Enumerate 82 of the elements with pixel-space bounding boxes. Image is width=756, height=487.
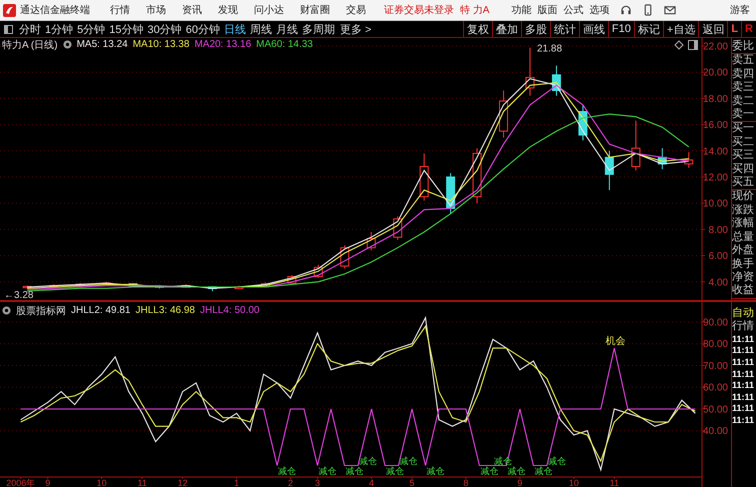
price-label: 21.88 [537,44,562,55]
signal-label: 减仓 [534,466,552,476]
quote-label: 涨跌 [732,204,755,217]
quote-label: 买三 [732,149,755,163]
quote-label: 买五 [732,176,755,190]
price-label: ←3.28 [4,290,34,300]
time-label: 11:11 [732,368,756,380]
signal-label: 减仓 [346,466,364,476]
signal-label: 减仓 [426,466,444,476]
legend-value: JHLL4: 50.00 [200,305,260,316]
quote-label: 委比 [732,40,755,54]
axis-label: 90.00 [702,318,728,328]
quote-label: 卖四 [732,68,755,81]
axis-label: 2 [288,478,294,487]
axis-label: 14.00 [702,146,728,158]
axis-label: 18.00 [702,94,728,105]
quote-label: 外盘 [732,244,755,258]
app-title: 通达信金融终端 [20,4,90,17]
axis-label: 10 [96,478,107,487]
axis-label: 6.00 [708,251,728,262]
axis-label: 11 [137,478,147,487]
axis-label: 10.00 [702,198,728,210]
signal-label: 机会 [605,336,626,348]
axis-label: 60.00 [702,382,728,394]
axis-label: 70.00 [702,360,728,372]
time-label: 11:11 [732,403,756,415]
legend-value: JHLL2: 49.81 [71,305,130,316]
legend-value: MA20: 13.16 [194,39,252,50]
market-label: 行情 [732,320,755,334]
axis-label: 4 [368,478,374,487]
axis-label: 12 [178,478,188,487]
quote-label: 收益 [732,284,755,298]
signal-label: 减仓 [480,466,498,476]
quote-label: 卖五 [732,54,755,68]
quote-label: 总量 [732,230,755,244]
signal-label: 减仓 [278,466,296,476]
signal-label: 减仓 [507,466,526,476]
legend-value: JHLL3: 46.98 [136,305,195,316]
axis-label: 40.00 [702,426,728,438]
stock-name: 特 力A [460,4,490,17]
axis-label: 2006年 [6,478,36,487]
axis-label: 8.00 [708,224,728,236]
axis-label: 5 [409,478,414,487]
axis-label: 11 [610,478,619,487]
quote-label: 现价 [732,190,755,204]
quote-label: 买二 [732,136,755,149]
time-label: 11:11 [732,334,756,346]
axis-label: 3 [315,478,320,487]
quote-label: 买一 [732,122,755,136]
legend-value: MA60: 14.33 [256,39,313,50]
time-label: 11:11 [732,414,756,427]
time-label: 11:11 [732,392,756,404]
time-label: 11:11 [732,345,756,357]
axis-label: 9 [517,478,522,487]
signal-label: 减仓 [399,456,418,466]
time-label: 11:11 [732,380,756,392]
signal-label: 减仓 [548,456,566,466]
legend-value: MA10: 13.38 [132,39,190,50]
axis-label: 12.00 [702,172,728,184]
signal-label: 减仓 [386,466,404,476]
time-label: 11:11 [732,357,756,369]
axis-label: 80.00 [702,339,728,350]
axis-label: 9 [45,478,50,487]
signal-label: 减仓 [359,456,377,466]
axis-label: 10 [568,478,579,487]
axis-label: 20.00 [702,68,728,79]
quote-label: 卖一 [732,108,755,122]
legend-value: MA5: 13.24 [76,39,128,50]
axis-label: 8 [463,478,468,487]
quote-label: 净资 [732,270,755,284]
signal-label: 减仓 [318,466,337,476]
axis-label: 50.00 [702,404,728,416]
quote-label: 买四 [732,162,755,176]
quote-label: 涨幅 [732,217,755,231]
quote-label: 卖二 [732,94,755,108]
quote-label: 换手 [732,258,755,271]
axis-label: 16.00 [702,120,728,132]
axis-label: 1 [234,478,240,487]
chart-title: 特力A (日线) [2,38,58,52]
axis-label: 22.00 [702,42,728,52]
quote-label: 卖三 [732,81,755,95]
axis-label: 4.00 [708,277,728,288]
